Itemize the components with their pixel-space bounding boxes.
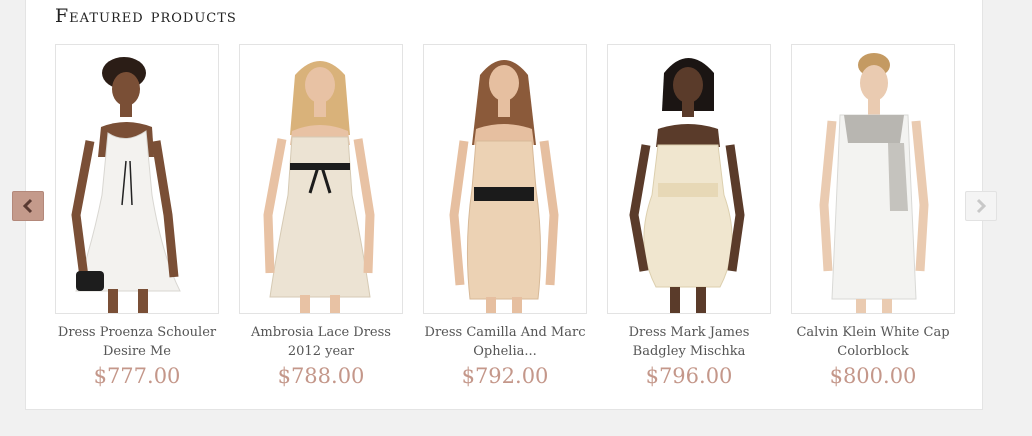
product-card[interactable]: Dress Proenza Schouler Desire Me $777.00 [55,44,219,388]
product-name[interactable]: Calvin Klein White Cap Colorblock [791,323,955,361]
section-title: Featured products [55,5,237,27]
product-card[interactable]: Calvin Klein White Cap Colorblock $800.0… [791,44,955,388]
product-price: $796.00 [645,364,733,388]
product-card[interactable]: Dress Mark James Badgley Mischka $796.00 [607,44,771,388]
product-price: $788.00 [277,364,365,388]
carousel-next-button[interactable] [965,191,997,221]
carousel-prev-button[interactable] [12,191,44,221]
product-name[interactable]: Ambrosia Lace Dress 2012 year [239,323,403,361]
product-image[interactable] [791,44,955,314]
product-price: $777.00 [93,364,181,388]
product-image[interactable] [607,44,771,314]
product-price: $800.00 [829,364,917,388]
chevron-left-icon [22,198,33,214]
product-name[interactable]: Dress Camilla And Marc Ophelia... [423,323,587,361]
product-card[interactable]: Ambrosia Lace Dress 2012 year $788.00 [239,44,403,388]
product-image[interactable] [239,44,403,314]
product-card[interactable]: Dress Camilla And Marc Ophelia... $792.0… [423,44,587,388]
product-price: $792.00 [461,364,549,388]
product-image[interactable] [55,44,219,314]
product-image[interactable] [423,44,587,314]
product-name[interactable]: Dress Proenza Schouler Desire Me [55,323,219,361]
product-name[interactable]: Dress Mark James Badgley Mischka [607,323,771,361]
chevron-right-icon [976,198,987,214]
